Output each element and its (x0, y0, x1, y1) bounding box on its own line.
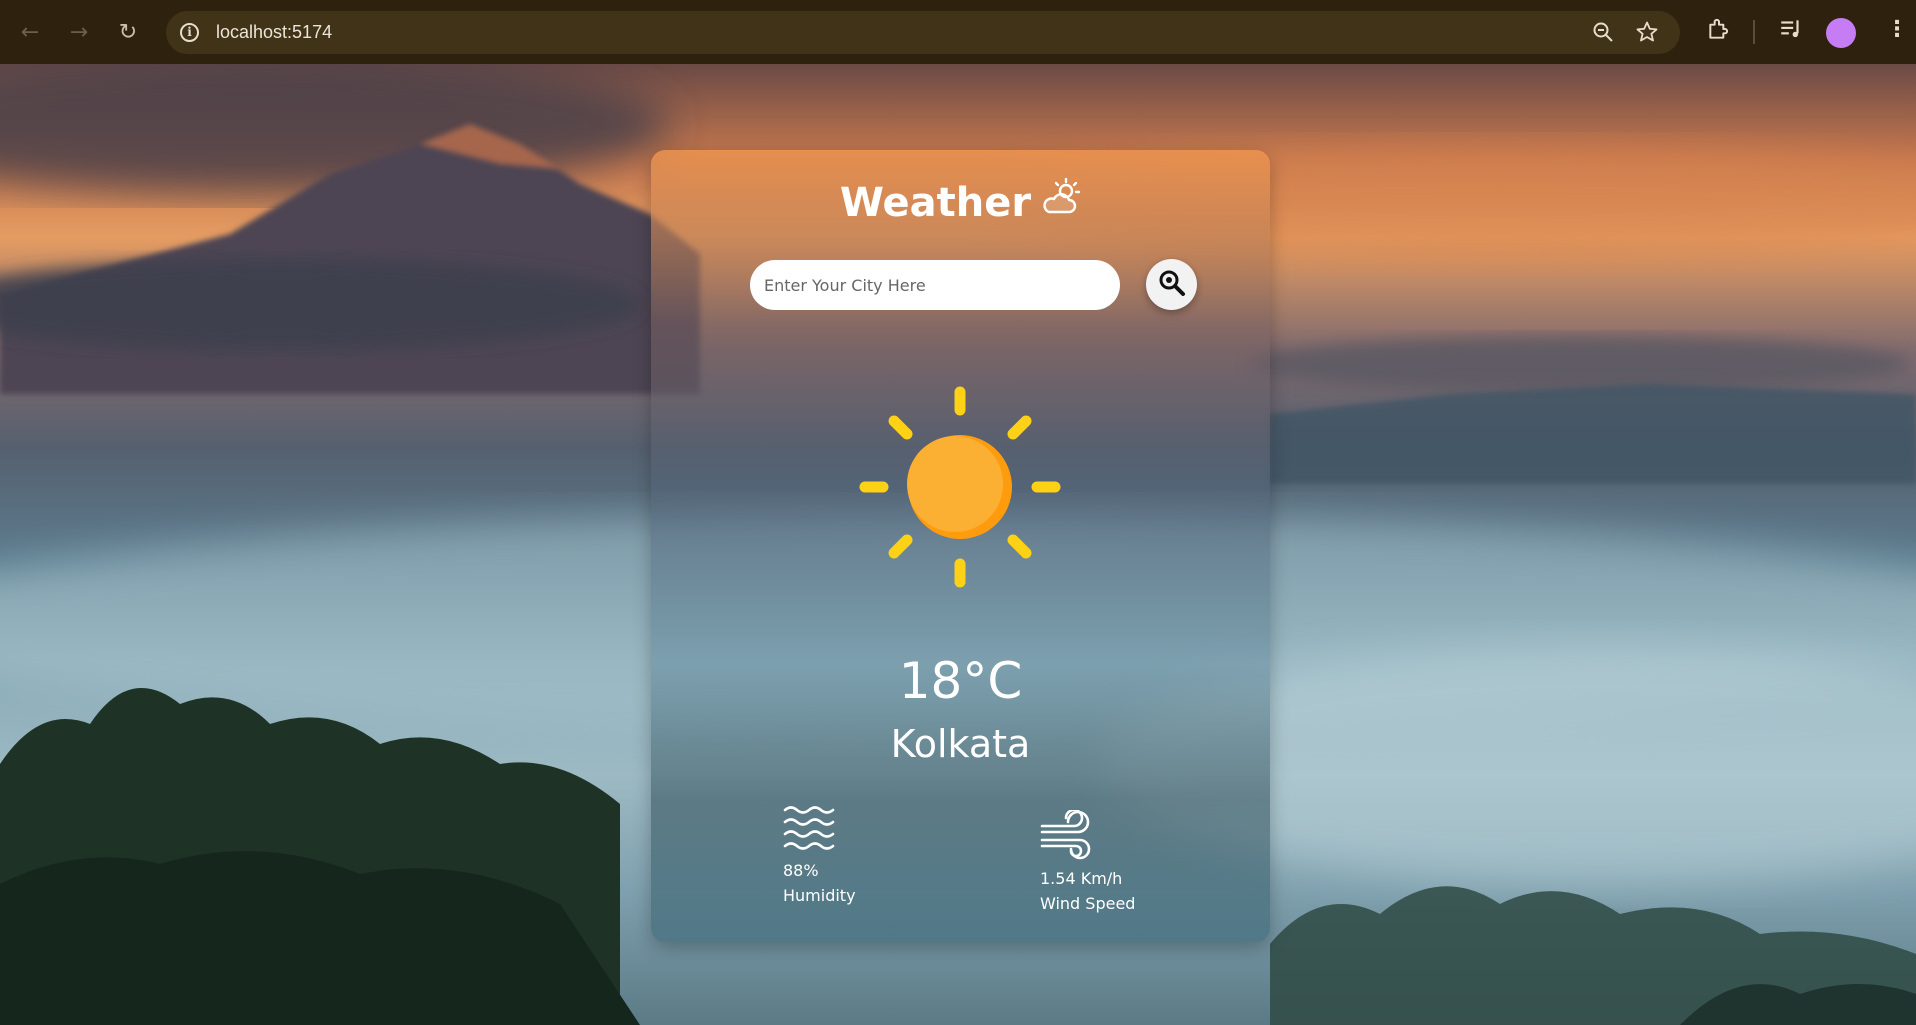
app-title: Weather (839, 180, 1032, 226)
toolbar-divider (1753, 20, 1755, 44)
browser-toolbar: ← → ↻ i localhost:5174 ⋮ (0, 0, 1916, 64)
zoom-icon[interactable] (1591, 20, 1615, 50)
wind-label: Wind Speed (1040, 894, 1136, 913)
app-title-row: Weather (651, 177, 1270, 228)
weather-card: Weather Enter Your City Here 18°C Kolkat… (651, 150, 1270, 942)
bookmark-star-icon[interactable] (1635, 20, 1659, 50)
address-bar[interactable]: i localhost:5174 (166, 11, 1680, 54)
humidity-value: 88% (783, 861, 819, 880)
city-search-input[interactable] (750, 260, 1120, 310)
site-info-icon[interactable]: i (180, 23, 199, 42)
back-icon[interactable]: ← (10, 12, 50, 52)
reload-icon[interactable]: ↻ (108, 12, 148, 52)
url-text[interactable]: localhost:5174 (216, 22, 332, 43)
humidity-label: Humidity (783, 886, 856, 905)
city-name: Kolkata (890, 722, 1031, 766)
wind-icon (1040, 808, 1094, 866)
forward-icon[interactable]: → (59, 12, 99, 52)
partly-cloudy-icon (1041, 177, 1081, 228)
browser-menu-icon[interactable]: ⋮ (1886, 17, 1908, 42)
wind-value: 1.54 Km/h (1040, 869, 1123, 888)
extensions-icon[interactable] (1706, 16, 1732, 48)
waves-icon (783, 806, 835, 858)
humidity-stat: 88% Humidity (783, 806, 856, 908)
search-button[interactable] (1146, 259, 1197, 310)
search-icon (1158, 269, 1186, 300)
wind-stat: 1.54 Km/h Wind Speed (1040, 808, 1136, 916)
temperature: 18°C (898, 652, 1023, 710)
profile-avatar[interactable] (1826, 18, 1856, 48)
sun-icon (857, 384, 1063, 594)
media-control-icon[interactable] (1778, 16, 1804, 48)
